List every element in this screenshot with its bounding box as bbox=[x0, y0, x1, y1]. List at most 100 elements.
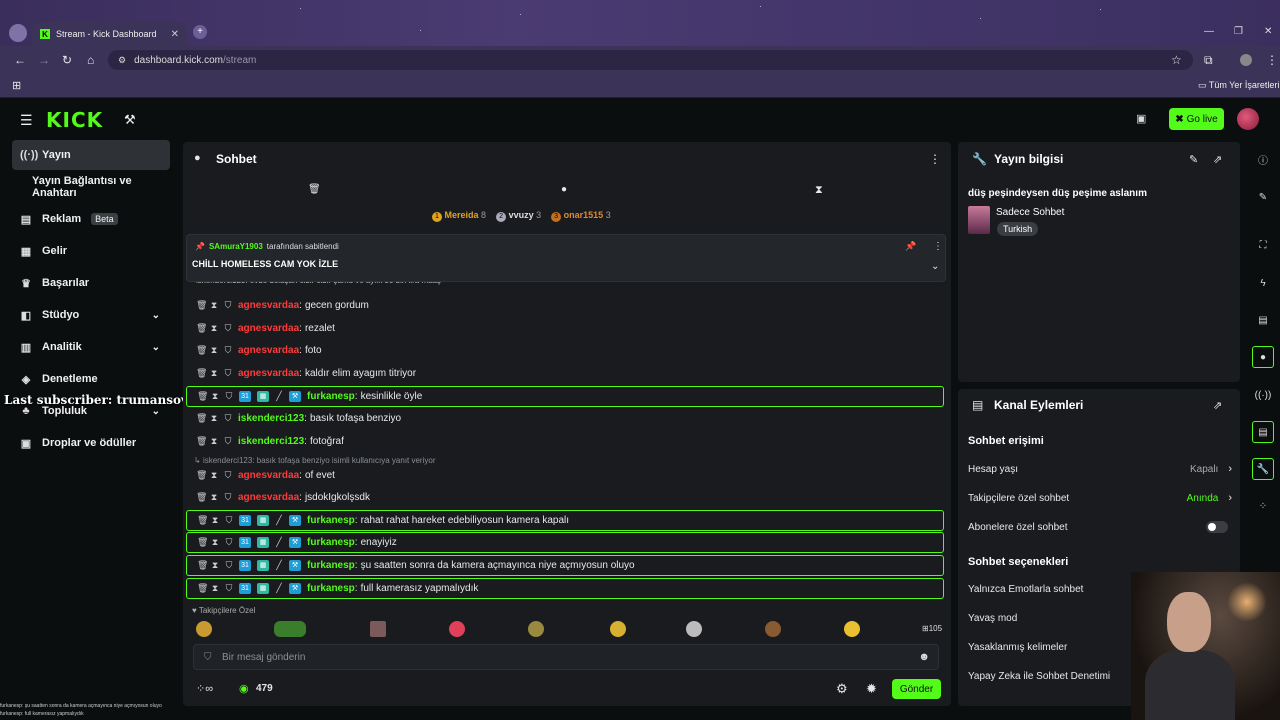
timeout-icon[interactable]: ⧗ bbox=[211, 583, 219, 594]
timeout-icon[interactable]: ⧗ bbox=[210, 492, 218, 503]
chat-message-input[interactable]: ⛉ Bir mesaj gönderin ☻ bbox=[193, 644, 939, 670]
ban-icon[interactable]: ⛉ bbox=[224, 492, 232, 503]
ban-icon[interactable]: ⛉ bbox=[225, 560, 233, 571]
chat-filter-icon[interactable]: ● bbox=[561, 184, 567, 195]
sidebar-item-droplar[interactable]: ▣ Droplar ve ödüller bbox=[12, 428, 170, 458]
browser-tab-active[interactable]: K Stream - Kick Dashboard ✕ bbox=[32, 22, 187, 46]
timeout-icon[interactable]: ⧗ bbox=[210, 345, 218, 356]
emote[interactable] bbox=[449, 621, 465, 637]
trash-icon[interactable]: 🗑 bbox=[308, 184, 321, 195]
actions-rail-icon[interactable]: ▤ bbox=[1252, 421, 1274, 443]
chat-message[interactable]: 🗑 ⧗ ⛉ agnesvardaa: kaldır elim ayagım titriy… bbox=[186, 363, 944, 384]
kick-logo[interactable]: KICK bbox=[46, 108, 103, 132]
apps-grid-icon[interactable]: ⊞ bbox=[12, 79, 21, 92]
hamburger-menu-icon[interactable]: ☰ bbox=[20, 112, 33, 129]
minimize-icon[interactable]: — bbox=[1204, 26, 1214, 37]
delete-message-icon[interactable]: 🗑 bbox=[196, 345, 207, 356]
settings-gear-icon[interactable]: ⚙ bbox=[836, 681, 848, 697]
emoji-icon[interactable]: ☻ bbox=[918, 651, 930, 663]
ban-icon[interactable]: ⛉ bbox=[224, 345, 232, 356]
chat-message[interactable]: 🗑 ⧗ ⛉ 31 ▦ ╱ ⚒ furkanesp: şu saatten sonra da ka… bbox=[186, 555, 944, 576]
leaderboard-entry[interactable]: 3 onar1515 3 bbox=[551, 210, 611, 222]
chat-username[interactable]: iskenderci123 bbox=[238, 413, 304, 424]
popout-icon[interactable]: ⇗ bbox=[1213, 399, 1222, 412]
sidebar-item-analitik[interactable]: ▥ Analitik ⌄ bbox=[12, 332, 170, 362]
delete-message-icon[interactable]: 🗑 bbox=[196, 368, 207, 379]
delete-message-icon[interactable]: 🗑 bbox=[197, 560, 208, 571]
chat-more-icon[interactable]: ⋮ bbox=[929, 152, 941, 166]
reload-icon[interactable]: ↻ bbox=[62, 53, 72, 67]
chat-username[interactable]: agnesvardaa bbox=[238, 368, 299, 379]
timeout-icon[interactable]: ⧗ bbox=[211, 391, 219, 402]
bookmark-star-icon[interactable]: ☆ bbox=[1171, 53, 1182, 67]
back-icon[interactable]: ← bbox=[14, 53, 26, 67]
timeout-icon[interactable]: ⧗ bbox=[211, 515, 219, 526]
send-button[interactable]: Gönder bbox=[892, 679, 941, 699]
chat-message[interactable]: 🗑 ⧗ ⛉ 31 ▦ ╱ ⚒ furkanesp: rahat rahat hareket ed… bbox=[186, 510, 944, 531]
chat-username[interactable]: furkanesp bbox=[307, 560, 355, 571]
delete-message-icon[interactable]: 🗑 bbox=[196, 470, 207, 481]
window-close-icon[interactable]: ✕ bbox=[1264, 26, 1272, 37]
delete-message-icon[interactable]: 🗑 bbox=[197, 515, 208, 526]
delete-message-icon[interactable]: 🗑 bbox=[197, 537, 208, 548]
emote[interactable] bbox=[765, 621, 781, 637]
delete-message-icon[interactable]: 🗑 bbox=[196, 413, 207, 424]
chat-message[interactable]: 🗑 ⧗ ⛉ agnesvardaa: rezalet bbox=[186, 318, 944, 339]
connect-icon[interactable]: ⁘∞ bbox=[196, 682, 213, 695]
timeout-icon[interactable]: ⧗ bbox=[210, 470, 218, 481]
delete-message-icon[interactable]: 🗑 bbox=[196, 492, 207, 503]
community-rail-icon[interactable]: ⁘ bbox=[1252, 495, 1274, 517]
browser-menu-icon[interactable]: ⋮ bbox=[1266, 53, 1278, 67]
chat-username[interactable]: furkanesp bbox=[307, 515, 355, 526]
lightning-icon[interactable]: ϟ bbox=[1252, 272, 1274, 294]
browser-profile-icon[interactable] bbox=[9, 24, 27, 42]
chat-username[interactable]: agnesvardaa bbox=[238, 323, 299, 334]
ban-icon[interactable]: ⛉ bbox=[224, 436, 232, 447]
ban-icon[interactable]: ⛉ bbox=[225, 537, 233, 548]
pinned-more-icon[interactable]: ⋮ bbox=[933, 241, 943, 252]
forward-icon[interactable]: → bbox=[38, 53, 50, 67]
sidebar-item-gelir[interactable]: ▦ Gelir bbox=[12, 236, 170, 266]
emote-count[interactable]: ⊞105 bbox=[922, 624, 942, 633]
chat-username[interactable]: furkanesp bbox=[307, 391, 355, 402]
sidebar-item-yayin[interactable]: ((·)) Yayın bbox=[12, 140, 170, 170]
emote[interactable] bbox=[686, 621, 702, 637]
chat-message[interactable]: 🗑 ⧗ ⛉ agnesvardaa: jsdokIgkolşsdk bbox=[186, 487, 944, 508]
theatre-mode-icon[interactable]: ▣ bbox=[1136, 112, 1146, 125]
delete-message-icon[interactable]: 🗑 bbox=[196, 323, 207, 334]
sidebar-item-reklam[interactable]: ▤ Reklam Beta bbox=[12, 204, 170, 234]
edit-pencil-icon[interactable]: ✎ bbox=[1189, 153, 1198, 166]
hourglass-icon[interactable]: ⧗ bbox=[815, 184, 823, 197]
emote[interactable] bbox=[610, 621, 626, 637]
delete-message-icon[interactable]: 🗑 bbox=[196, 436, 207, 447]
new-tab-button[interactable]: + bbox=[193, 25, 207, 39]
ban-icon[interactable]: ⛉ bbox=[224, 323, 232, 334]
timeout-icon[interactable]: ⧗ bbox=[210, 368, 218, 379]
sidebar-item-studyo[interactable]: ◧ Stüdyo ⌄ bbox=[12, 300, 170, 330]
go-live-button[interactable]: ✖ Go live bbox=[1169, 108, 1224, 130]
chat-username[interactable]: agnesvardaa bbox=[238, 492, 299, 503]
fullscreen-icon[interactable]: ⛶ bbox=[1252, 234, 1274, 256]
chat-username[interactable]: agnesvardaa bbox=[238, 470, 299, 481]
timeout-icon[interactable]: ⧗ bbox=[210, 323, 218, 334]
chat-username[interactable]: agnesvardaa bbox=[238, 300, 299, 311]
browser-avatar-icon[interactable] bbox=[1240, 54, 1252, 66]
chat-message[interactable]: 🗑 ⧗ ⛉ agnesvardaa: foto bbox=[186, 340, 944, 361]
close-tab-icon[interactable]: ✕ bbox=[171, 29, 179, 40]
timeout-icon[interactable]: ⧗ bbox=[211, 537, 219, 548]
sidebar-item-basarilar[interactable]: ♛ Başarılar bbox=[12, 268, 170, 298]
ban-icon[interactable]: ⛉ bbox=[224, 413, 232, 424]
ban-icon[interactable]: ⛉ bbox=[224, 470, 232, 481]
leaderboard-entry[interactable]: 1 Mereida 8 bbox=[432, 210, 486, 222]
mod-gear-icon[interactable]: ✹ bbox=[866, 681, 877, 697]
timeout-icon[interactable]: ⧗ bbox=[211, 560, 219, 571]
ban-icon[interactable]: ⛉ bbox=[224, 300, 232, 311]
chat-message[interactable]: 🗑 ⧗ ⛉ agnesvardaa: gecen gordum bbox=[186, 295, 944, 316]
emote[interactable] bbox=[844, 621, 860, 637]
emote[interactable] bbox=[528, 621, 544, 637]
document-icon[interactable]: ▤ bbox=[1252, 309, 1274, 331]
popout-icon[interactable]: ⇗ bbox=[1213, 153, 1222, 166]
chat-message[interactable]: 🗑 ⧗ ⛉ 31 ▦ ╱ ⚒ furkanesp: enayiyiz bbox=[186, 532, 944, 553]
chat-username[interactable]: furkanesp bbox=[307, 583, 355, 594]
wrench-rail-icon[interactable]: 🔧 bbox=[1252, 458, 1274, 480]
